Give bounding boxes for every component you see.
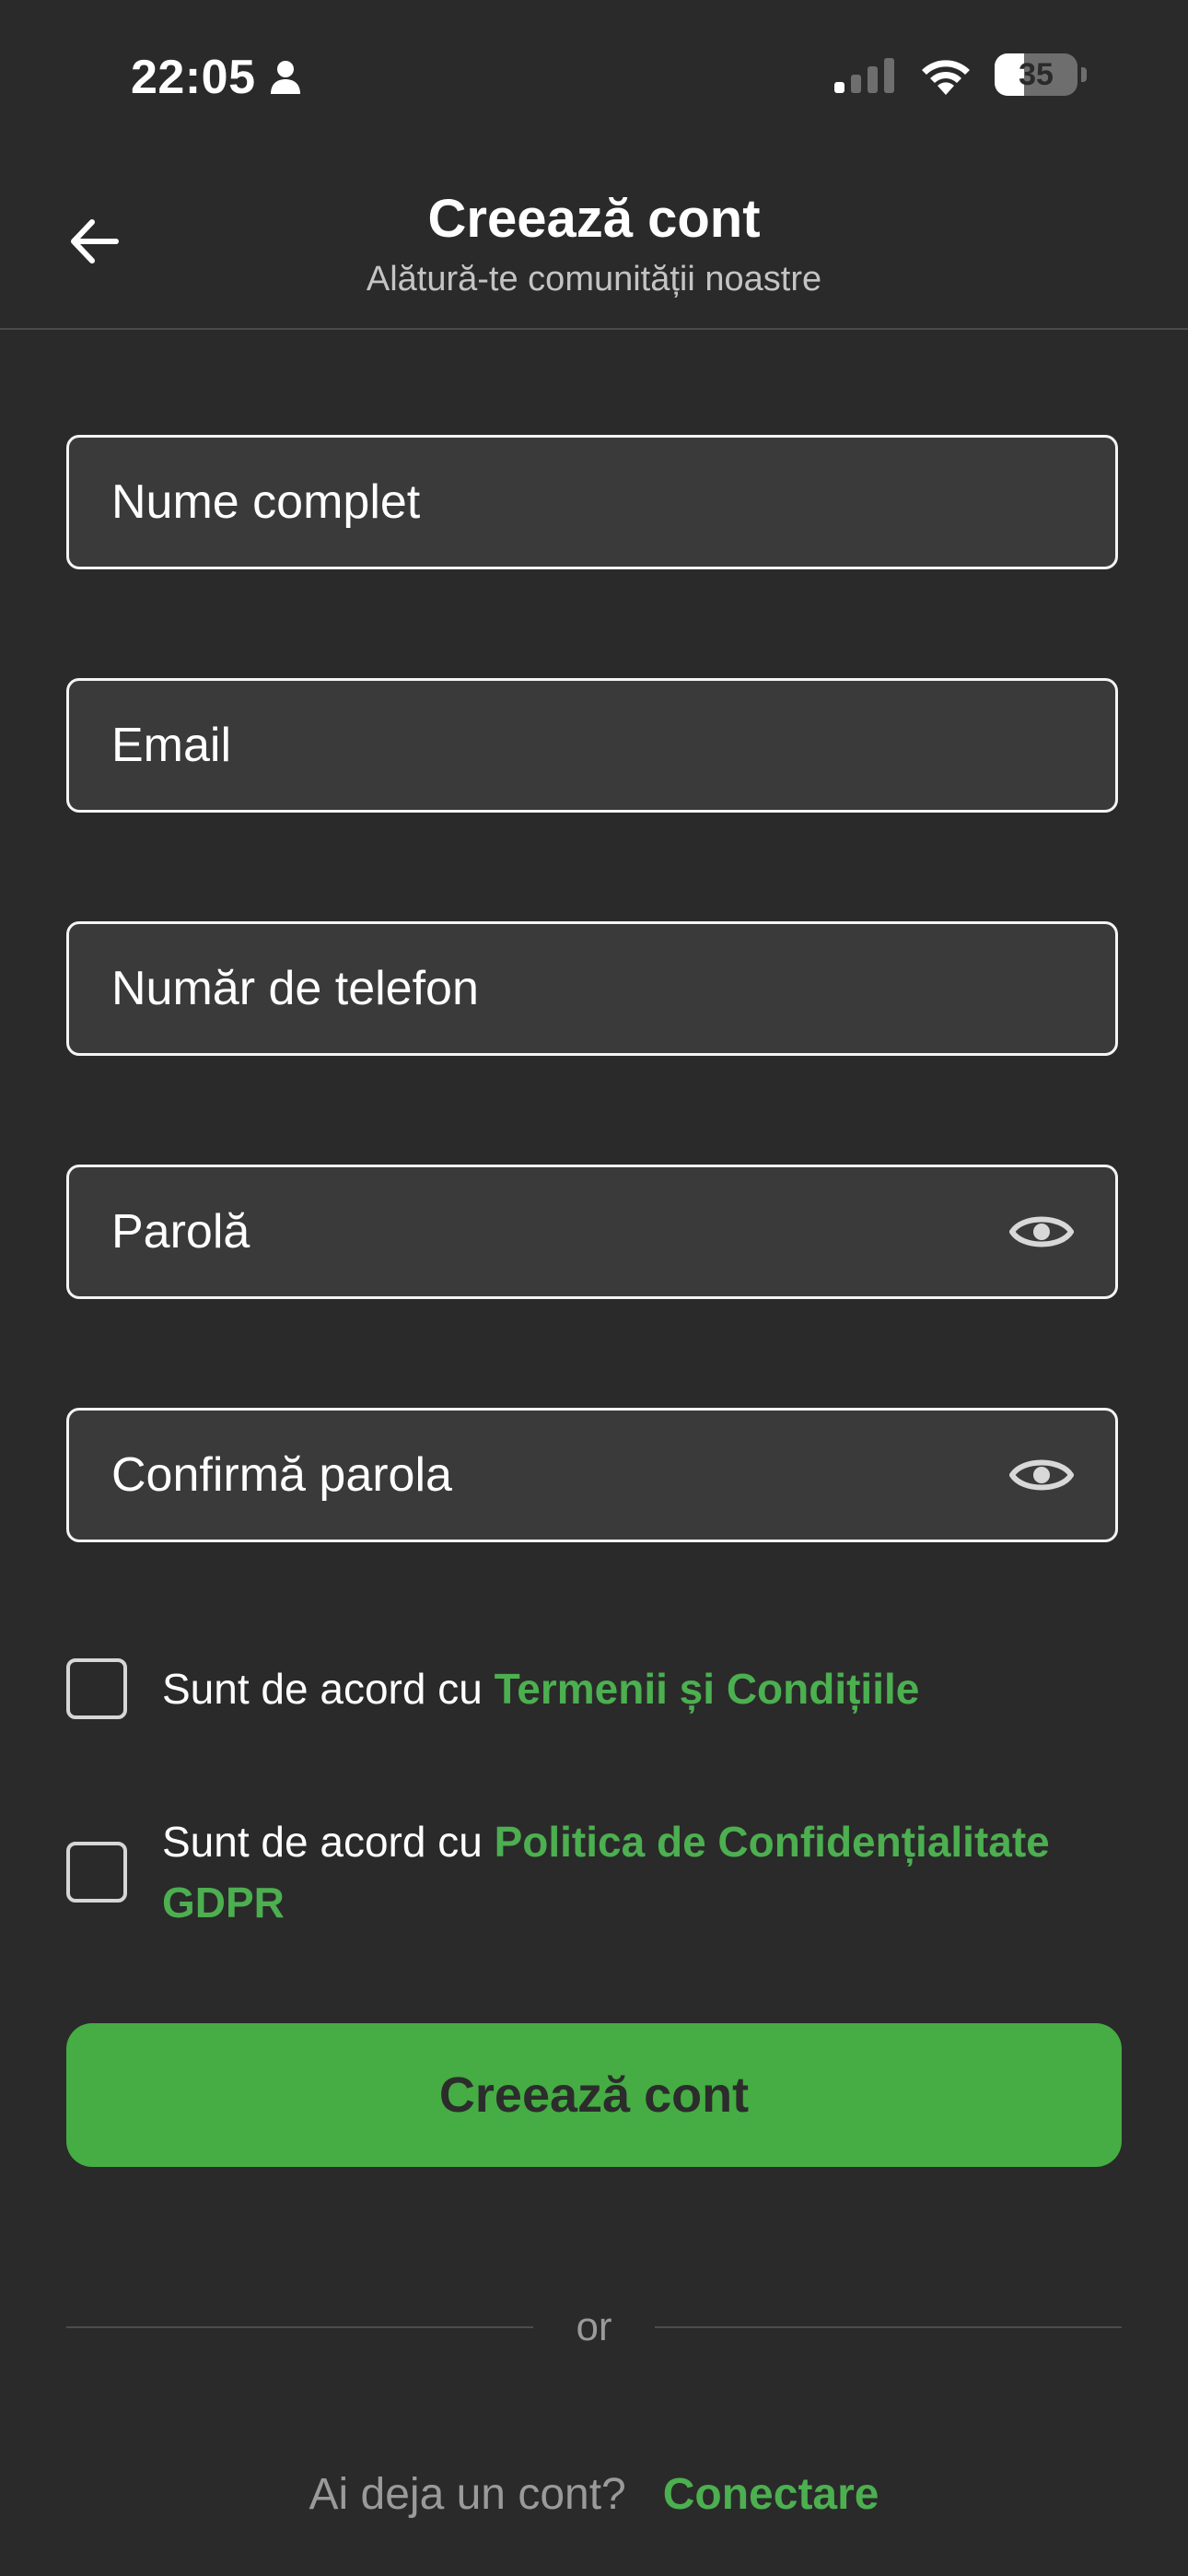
toggle-password-visibility-button[interactable] [1005, 1195, 1078, 1269]
person-icon [270, 61, 300, 94]
page-subtitle: Alătură-te comunității noastre [366, 260, 822, 299]
terms-label: Sunt de acord cu Termenii și Condițiile [162, 1658, 919, 1719]
privacy-label-prefix: Sunt de acord cu [162, 1818, 495, 1866]
status-indicators: 35 [833, 53, 1087, 96]
full-name-field[interactable] [66, 435, 1118, 569]
status-time-group: 22:05 [131, 50, 302, 105]
terms-checkbox[interactable] [66, 1658, 127, 1719]
privacy-label: Sunt de acord cu Politica de Confidenția… [162, 1811, 1135, 1933]
phone-field[interactable] [66, 921, 1118, 1056]
full-name-input[interactable] [111, 474, 1078, 530]
wifi-icon [922, 60, 970, 95]
divider-line-left [66, 2326, 534, 2328]
email-input[interactable] [111, 718, 1078, 773]
email-field[interactable] [66, 678, 1118, 813]
terms-label-prefix: Sunt de acord cu [162, 1665, 495, 1713]
battery-level: 35 [1019, 56, 1054, 92]
password-input[interactable] [111, 1204, 1005, 1259]
eye-icon [1009, 1459, 1074, 1491]
footer: Ai deja un cont? Conectare [0, 2469, 1188, 2520]
header: Creează cont Alătură-te comunității noas… [0, 157, 1188, 330]
login-prompt: Ai deja un cont? [309, 2470, 626, 2519]
privacy-agreement-row: Sunt de acord cu Politica de Confidenția… [66, 1811, 1135, 1933]
status-time: 22:05 [131, 51, 256, 104]
toggle-confirm-password-visibility-button[interactable] [1005, 1438, 1078, 1512]
divider-line-right [654, 2326, 1122, 2328]
or-divider: or [66, 2301, 1122, 2353]
status-bar: 22:05 35 [0, 0, 1188, 157]
terms-agreement-row: Sunt de acord cu Termenii și Condițiile [66, 1658, 1135, 1719]
privacy-checkbox[interactable] [66, 1842, 127, 1903]
password-field[interactable] [66, 1165, 1118, 1299]
confirm-password-input[interactable] [111, 1447, 1005, 1503]
phone-input[interactable] [111, 961, 1078, 1016]
page-title: Creează cont [427, 189, 761, 249]
confirm-password-field[interactable] [66, 1408, 1118, 1542]
terms-link[interactable]: Termenii și Condițiile [495, 1665, 920, 1713]
login-link[interactable]: Conectare [663, 2470, 879, 2519]
battery-tip [1081, 67, 1087, 82]
battery-icon: 35 [995, 53, 1077, 96]
create-account-button[interactable]: Creează cont [66, 2023, 1122, 2167]
divider-text: or [576, 2304, 612, 2349]
cellular-signal-icon [834, 58, 894, 93]
eye-icon [1009, 1216, 1074, 1247]
